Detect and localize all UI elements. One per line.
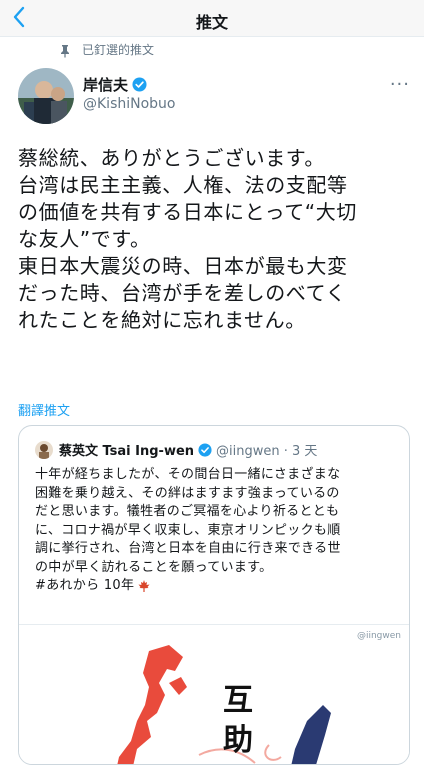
tweet-line: れたことを絶対に忘れません。 bbox=[18, 308, 306, 332]
quoted-line: だと思います。犠牲者のご冥福を心より祈るととも bbox=[35, 504, 340, 519]
quoted-tweet[interactable]: 蔡英文 Tsai Ing-wen @iingwen · 3 天 十年が経ちました… bbox=[18, 425, 410, 765]
tweet-line: 蔡総統、ありがとうございます。 bbox=[18, 146, 325, 170]
quoted-avatar bbox=[35, 440, 53, 459]
hashtag[interactable]: #あれから 10年 bbox=[35, 577, 134, 596]
quoted-line: 十年が経ちましたが、その間台日一緒にさまざまな bbox=[35, 467, 341, 482]
avatar[interactable] bbox=[18, 68, 74, 124]
quoted-author-row: 蔡英文 Tsai Ing-wen @iingwen · 3 天 bbox=[35, 440, 317, 459]
more-options-button[interactable]: ··· bbox=[390, 74, 410, 95]
quoted-handle-time: @iingwen · 3 天 bbox=[216, 444, 318, 459]
page-title: 推文 bbox=[195, 13, 228, 32]
tweet-line: 東日本大震災の時、日本が最も大変 bbox=[18, 254, 348, 278]
quoted-image[interactable]: @iingwen 互 助 bbox=[19, 624, 409, 764]
quoted-text: 十年が経ちましたが、その間台日一緒にさまざまな 困難を乗り越え、その絆はますます… bbox=[35, 466, 397, 596]
verified-icon bbox=[198, 442, 212, 457]
verified-icon bbox=[132, 77, 147, 92]
hashtag-line: #あれから 10年 bbox=[35, 577, 397, 596]
author-row: 岸信夫 bbox=[83, 74, 147, 95]
tweet-text: 蔡総統、ありがとうございます。 台湾は民主主義、人権、法の支配等 の価値を共有す… bbox=[18, 145, 414, 334]
map-illustration bbox=[117, 645, 331, 764]
tweet-line: 台湾は民主主義、人権、法の支配等 bbox=[18, 173, 348, 197]
quoted-line: 調に挙行され、台湾と日本を自由に行き来できる世 bbox=[35, 541, 341, 556]
quoted-line: 困難を乗り越え、その絆はますます強まっているの bbox=[35, 485, 340, 501]
image-char-2: 助 bbox=[223, 723, 253, 758]
tweet-line: だった時、台湾が手を差しのべてく bbox=[18, 281, 347, 305]
author-handle[interactable]: @KishiNobuo bbox=[83, 96, 176, 112]
image-char-1: 互 bbox=[223, 683, 253, 718]
translate-tweet-link[interactable]: 翻譯推文 bbox=[18, 400, 70, 419]
top-bar: 推文 bbox=[0, 0, 424, 37]
pin-icon bbox=[61, 45, 69, 58]
tweet-line: の価値を共有する日本にとって“大切 bbox=[18, 200, 357, 224]
quoted-line: の中が早く訪れることを願っています。 bbox=[35, 559, 273, 575]
avatar-image bbox=[18, 68, 74, 124]
maple-leaf-icon bbox=[138, 580, 150, 593]
author-name[interactable]: 岸信夫 bbox=[83, 74, 128, 95]
pinned-label: 已釘選的推文 bbox=[82, 43, 155, 57]
quoted-line: に、コロナ禍が早く収束し、東京オリンピックも順 bbox=[35, 522, 341, 538]
quoted-author-name: 蔡英文 Tsai Ing-wen bbox=[59, 444, 195, 459]
tweet-line: な友人”です。 bbox=[18, 227, 151, 251]
